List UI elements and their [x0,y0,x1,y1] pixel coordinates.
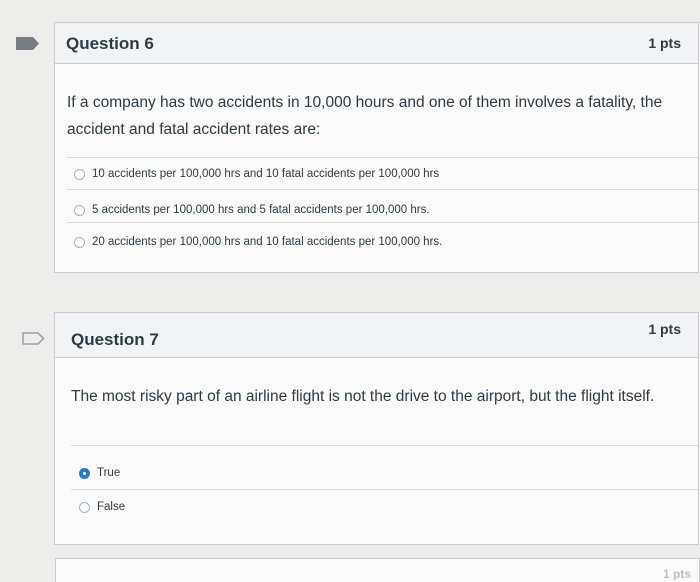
question-6-text: If a company has two accidents in 10,000… [67,94,663,138]
answer-divider [67,189,698,190]
quiz-page: Question 6 1 pts If a company has two ac… [0,0,700,582]
question-7-header: Question 7 1 pts [55,313,698,358]
radio-button[interactable] [74,236,85,248]
answer-label: 5 accidents per 100,000 hrs and 5 fatal … [92,204,430,216]
question-8-card: 1 pts [55,558,700,582]
question-8-points: 1 pts [662,567,691,581]
answer-option[interactable]: True [79,467,120,479]
answer-label: 10 accidents per 100,000 hrs and 10 fata… [92,168,440,180]
answer-label: 20 accidents per 100,000 hrs and 10 fata… [92,236,443,248]
flag-question-icon[interactable] [16,37,40,50]
question-6-card: Question 6 1 pts If a company has two ac… [54,22,699,273]
answer-label: True [97,467,121,479]
radio-button-selected[interactable] [79,467,90,479]
answer-divider [71,489,698,490]
question-6-points: 1 pts [648,35,681,51]
question-7-text: The most risky part of an airline flight… [71,388,655,405]
answer-divider [67,157,698,158]
radio-button[interactable] [74,168,85,180]
answer-option[interactable]: 20 accidents per 100,000 hrs and 10 fata… [74,236,442,248]
answer-divider [67,222,698,223]
radio-button[interactable] [79,501,90,513]
question-6-header: Question 6 1 pts [55,23,698,64]
answer-divider [71,445,698,446]
answer-label: False [97,501,126,513]
question-7-points: 1 pts [648,321,681,337]
answer-option[interactable]: 10 accidents per 100,000 hrs and 10 fata… [74,168,439,180]
answer-option[interactable]: False [79,501,125,513]
flag-question-outline-icon[interactable] [22,332,46,345]
question-7-title: Question 7 [71,330,159,349]
answer-option[interactable]: 5 accidents per 100,000 hrs and 5 fatal … [74,204,430,216]
radio-button[interactable] [74,204,85,216]
question-6-title: Question 6 [66,34,154,53]
question-7-card: Question 7 1 pts The most risky part of … [54,312,699,545]
